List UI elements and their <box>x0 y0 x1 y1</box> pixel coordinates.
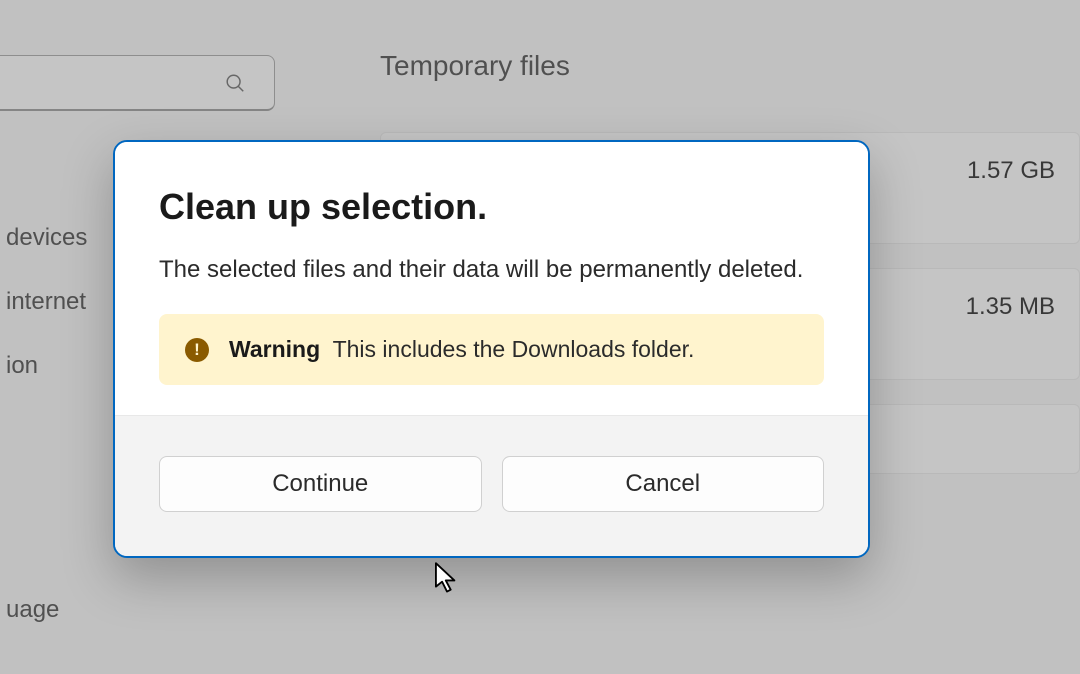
dialog-title: Clean up selection. <box>159 186 824 228</box>
dialog-footer: Continue Cancel <box>115 415 868 556</box>
sidebar-item[interactable]: uage <box>0 578 340 642</box>
dialog-text: The selected files and their data will b… <box>159 256 824 284</box>
continue-button[interactable]: Continue <box>159 456 482 512</box>
page-title: Temporary files <box>380 50 1080 82</box>
search-input[interactable] <box>0 55 275 111</box>
warning-label: Warning <box>229 336 320 362</box>
cancel-button[interactable]: Cancel <box>502 456 825 512</box>
warning-banner: ! Warning This includes the Downloads fo… <box>159 314 824 385</box>
warning-icon: ! <box>185 338 209 362</box>
search-icon <box>224 72 246 94</box>
cleanup-dialog: Clean up selection. The selected files a… <box>113 140 870 558</box>
warning-text: This includes the Downloads folder. <box>333 336 695 362</box>
